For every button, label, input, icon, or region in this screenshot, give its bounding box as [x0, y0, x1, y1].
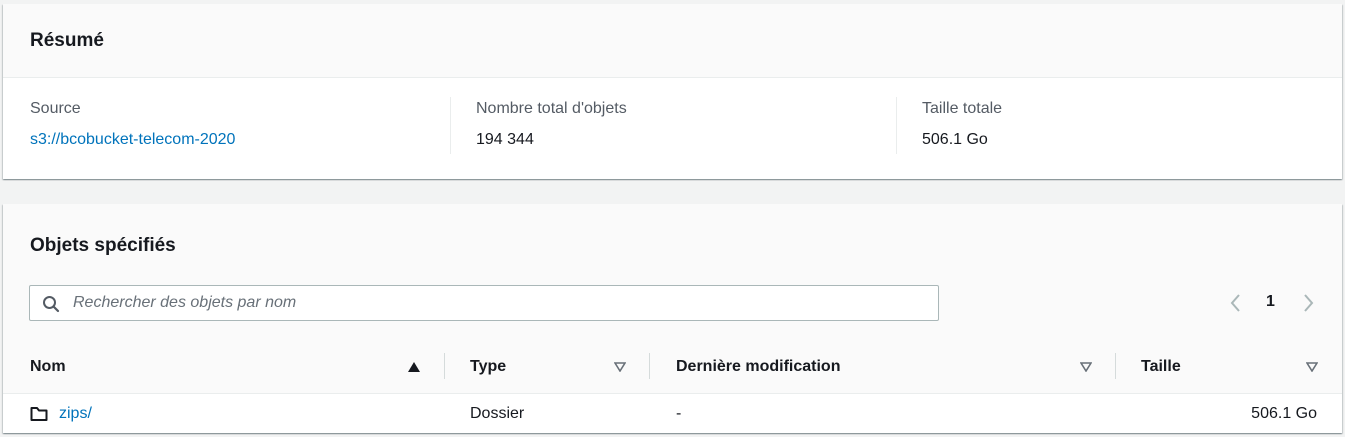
column-label: Nom: [30, 358, 66, 375]
sort-caret-icon: [614, 362, 626, 372]
column-label: Type: [470, 358, 507, 375]
column-divider: [896, 97, 897, 154]
count-label: Nombre total d'objets: [476, 100, 627, 117]
count-value: 194 344: [476, 131, 534, 148]
summary-header: Résumé: [3, 4, 1342, 78]
object-type: Dossier: [470, 405, 525, 422]
column-label: Taille: [1141, 358, 1181, 375]
summary-body: Source s3://bcobucket-telecom-2020 Nombr…: [3, 78, 1342, 178]
summary-title: Résumé: [30, 30, 104, 51]
objects-title: Objets spécifiés: [30, 235, 176, 256]
summary-panel: Résumé Source s3://bcobucket-telecom-202…: [3, 4, 1342, 179]
current-page-number[interactable]: 1: [1266, 293, 1275, 311]
next-page-icon[interactable]: [1302, 291, 1316, 315]
size-label: Taille totale: [922, 100, 1003, 117]
search-input[interactable]: Rechercher des objets par nom: [29, 285, 939, 321]
summary-count: Nombre total d'objets 194 344: [476, 78, 896, 178]
source-link[interactable]: s3://bcobucket-telecom-2020: [30, 131, 235, 149]
object-size: 506.1 Go: [1251, 405, 1317, 422]
objects-header: Objets spécifiés Rechercher des objets p…: [3, 204, 1342, 341]
source-label: Source: [30, 100, 81, 117]
column-header-type[interactable]: Type: [445, 341, 649, 394]
column-header-modified[interactable]: Dernière modification: [650, 341, 1115, 394]
table-header: Nom Type Dernière modification Taille: [3, 341, 1342, 394]
column-divider: [450, 97, 451, 154]
sort-ascending-icon: [408, 362, 420, 372]
column-label: Dernière modification: [676, 358, 841, 375]
previous-page-icon[interactable]: [1228, 291, 1242, 315]
object-name-link[interactable]: zips/: [59, 405, 92, 423]
search-icon: [43, 296, 60, 313]
object-modified: -: [676, 405, 682, 422]
sort-caret-icon: [1080, 362, 1092, 372]
summary-size: Taille totale 506.1 Go: [922, 78, 1322, 178]
column-header-name[interactable]: Nom: [3, 341, 444, 394]
column-header-size[interactable]: Taille: [1116, 341, 1342, 394]
sort-caret-icon: [1306, 362, 1318, 372]
objects-panel: Objets spécifiés Rechercher des objets p…: [3, 204, 1342, 433]
size-value: 506.1 Go: [922, 131, 988, 148]
summary-source: Source s3://bcobucket-telecom-2020: [30, 78, 450, 178]
table-row[interactable]: zips/ Dossier - 506.1 Go: [3, 395, 1342, 433]
folder-icon: [30, 407, 48, 421]
search-placeholder: Rechercher des objets par nom: [73, 294, 297, 311]
